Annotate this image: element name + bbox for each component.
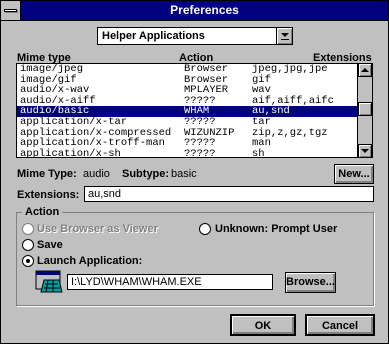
mime-type-rows: image/jpeg Browser jpeg,jpg,jpe image/gif Br… xyxy=(17,64,358,158)
list-item[interactable]: image/jpeg Browser jpeg,jpg,jpe xyxy=(17,64,358,75)
launch-application-label: Launch Application: xyxy=(37,255,143,267)
application-path-field[interactable]: I:\LYD\WHAM\WHAM.EXE xyxy=(67,274,273,290)
list-cell-ext: tar xyxy=(252,115,271,128)
scroll-thumb[interactable] xyxy=(358,102,372,116)
mime-type-label: Mime Type: xyxy=(17,168,77,180)
list-cell-mime: image/jpeg xyxy=(20,63,84,75)
save-label: Save xyxy=(37,239,63,251)
scroll-down-button[interactable] xyxy=(358,144,372,157)
arrow-down-icon xyxy=(361,149,369,153)
subtype-label: Subtype: xyxy=(122,168,170,180)
launch-application-radio[interactable] xyxy=(22,255,34,267)
list-cell-action: ????? xyxy=(184,147,216,158)
title-bar: Preferences xyxy=(1,1,388,21)
mime-type-list[interactable]: image/jpeg Browser jpeg,jpg,jpe image/gif Br… xyxy=(16,63,373,158)
chevron-down-icon xyxy=(281,33,289,37)
new-button[interactable]: New... xyxy=(334,164,374,184)
list-cell-mime: application/x-sh xyxy=(20,147,121,158)
extensions-label: Extensions: xyxy=(17,189,80,201)
extensions-field[interactable]: au,snd xyxy=(84,186,374,202)
dropdown-arrow-button[interactable] xyxy=(276,28,292,44)
list-cell-mime: application/x-tar xyxy=(20,115,128,128)
system-menu-icon xyxy=(4,9,17,12)
save-radio[interactable] xyxy=(22,239,34,251)
scroll-up-button[interactable] xyxy=(358,64,372,77)
window-title: Preferences xyxy=(170,3,239,17)
unknown-prompt-label: Unknown: Prompt User xyxy=(215,223,338,235)
list-cell-action: ????? xyxy=(184,115,216,128)
list-scrollbar[interactable] xyxy=(357,64,372,157)
unknown-prompt-radio[interactable] xyxy=(199,223,211,235)
cancel-button[interactable]: Cancel xyxy=(305,314,375,336)
mime-type-value: audio xyxy=(83,168,110,180)
ok-button[interactable]: OK xyxy=(230,314,296,336)
use-browser-radio[interactable] xyxy=(22,223,34,235)
system-menu-button[interactable] xyxy=(1,1,21,20)
list-cell-ext: sh xyxy=(252,147,265,158)
arrow-up-icon xyxy=(361,68,369,72)
action-group-title: Action xyxy=(22,206,63,218)
application-program-icon xyxy=(35,270,63,293)
use-browser-label: Use Browser as Viewer xyxy=(37,223,158,235)
list-item[interactable]: application/x-tar????? tar xyxy=(17,117,358,128)
list-cell-action: Browser xyxy=(184,63,229,75)
list-cell-ext: jpeg,jpg,jpe xyxy=(252,63,328,75)
radio-selected-dot xyxy=(26,259,30,263)
category-dropdown[interactable]: Helper Applications xyxy=(97,27,293,45)
category-dropdown-value: Helper Applications xyxy=(102,30,205,42)
browse-button[interactable]: Browse... xyxy=(285,272,336,293)
subtype-value: basic xyxy=(171,168,197,180)
preferences-dialog: Preferences Helper Applications Mime typ… xyxy=(0,0,389,344)
list-item[interactable]: application/x-sh????? sh xyxy=(17,147,358,158)
